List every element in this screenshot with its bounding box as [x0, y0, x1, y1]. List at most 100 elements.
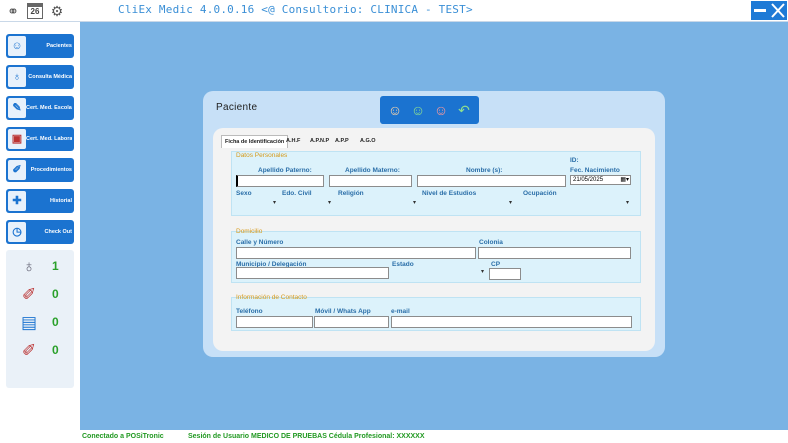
nivel-estudios-label: Nivel de Estudios: [422, 190, 477, 197]
ocupacion-select[interactable]: [522, 198, 631, 210]
sidebar-item-procedimientos[interactable]: ✐ Procedimientos: [6, 158, 74, 182]
calle-label: Calle y Número: [236, 239, 284, 246]
tab-apnp[interactable]: A.P.N.P: [307, 135, 332, 148]
nombres-label: Nombre (s):: [466, 167, 503, 174]
cp-input[interactable]: [489, 268, 521, 280]
sidebar-item-cert-laboral[interactable]: ▣ Cert. Med. Laboral: [6, 127, 74, 151]
calendar-icon[interactable]: 26: [27, 3, 43, 19]
email-label: e-mail: [391, 308, 410, 315]
telefono-input[interactable]: [236, 316, 313, 328]
apellido-materno-input[interactable]: [329, 175, 412, 187]
undo-icon: ↶: [458, 102, 470, 118]
nombres-input[interactable]: [417, 175, 566, 187]
stethoscope-icon: ♁: [8, 67, 26, 87]
stat-value: 0: [52, 315, 59, 329]
domicilio-title: Domicilio: [236, 228, 263, 235]
new-patient-button[interactable]: ☺: [385, 100, 405, 120]
religion-label: Religión: [338, 190, 364, 197]
title-bar: ⚭ 26 ⚙ CliEx Medic 4.0.0.16 <@ Consultor…: [0, 0, 788, 22]
injection-icon: ✐: [21, 341, 37, 360]
delete-patient-icon: ☺: [433, 102, 449, 118]
syringe-icon: ✐: [8, 160, 26, 180]
cp-label: CP: [491, 261, 501, 268]
stat-procedimientos: ✐ 0: [6, 282, 74, 308]
minimize-icon: [754, 9, 766, 12]
sidebar: ☺ Pacientes ♁ Consulta Médica ✎ Cert. Me…: [0, 22, 80, 430]
undo-button[interactable]: ↶: [454, 100, 474, 120]
school-certificate-icon: ✎: [8, 98, 26, 118]
apellido-paterno-input[interactable]: [236, 175, 324, 187]
sidebar-item-check-out[interactable]: ◷ Check Out: [6, 220, 74, 244]
fec-nacimiento-label: Fec. Nacimiento: [570, 167, 620, 174]
panel-title: Paciente: [216, 102, 258, 113]
history-icon: ✚: [8, 191, 26, 211]
close-button[interactable]: [769, 1, 787, 20]
movil-input[interactable]: [314, 316, 389, 328]
stat-value: 1: [52, 259, 59, 273]
sexo-select[interactable]: [236, 198, 278, 210]
datos-personales-title: Datos Personales: [236, 152, 288, 159]
id-label: ID:: [570, 157, 579, 164]
stat-certificados: ▤ 0: [6, 310, 74, 336]
sidebar-item-pacientes[interactable]: ☺ Pacientes: [6, 34, 74, 58]
status-bar: Conectado a POSiTronic Sesión de Usuario…: [0, 430, 788, 443]
ocupacion-label: Ocupación: [523, 190, 557, 197]
stat-value: 0: [52, 343, 59, 357]
tab-ago[interactable]: A.G.O: [357, 135, 379, 148]
telefono-label: Teléfono: [236, 308, 263, 315]
sidebar-item-label: Historial: [49, 198, 72, 204]
fec-nacimiento-value: 21/05/2025: [573, 177, 604, 183]
apellido-paterno-label: Apellido Paterno:: [258, 167, 312, 174]
patient-toolbar: ☺ ☺ ☺ ↶: [380, 96, 479, 124]
calle-input[interactable]: [236, 247, 476, 259]
sidebar-item-label: Cert. Med. Laboral: [26, 136, 72, 142]
sexo-label: Sexo: [236, 190, 252, 197]
save-patient-icon: ☺: [410, 102, 426, 118]
tab-ahf[interactable]: A.H.F: [283, 135, 303, 148]
delete-patient-button[interactable]: ☺: [431, 100, 451, 120]
colonia-label: Colonia: [479, 239, 503, 246]
save-patient-button[interactable]: ☺: [408, 100, 428, 120]
municipio-input[interactable]: [236, 267, 389, 279]
sidebar-item-label: Check Out: [44, 229, 72, 235]
handshake-icon[interactable]: ⚭: [4, 2, 22, 20]
stats-panel: ♁ 1 ✐ 0 ▤ 0 ✐ 0: [6, 250, 74, 388]
patient-icon: ☺: [8, 36, 26, 56]
nivel-estudios-select[interactable]: [422, 198, 514, 210]
syringe-icon: ✐: [21, 285, 37, 304]
sidebar-item-consulta-medica[interactable]: ♁ Consulta Médica: [6, 65, 74, 89]
gear-icon[interactable]: ⚙: [48, 2, 66, 20]
sidebar-item-cert-escolar[interactable]: ✎ Cert. Med. Escolar: [6, 96, 74, 120]
window-title: CliEx Medic 4.0.0.16 <@ Consultorio: CLI…: [118, 3, 473, 16]
sidebar-item-label: Cert. Med. Escolar: [26, 105, 72, 111]
connection-status: Conectado a POSiTronic: [82, 433, 164, 440]
new-patient-icon: ☺: [387, 102, 403, 118]
tab-ficha-identificacion[interactable]: Ficha de Identificación: [221, 135, 289, 148]
apellido-materno-label: Apellido Materno:: [345, 167, 400, 174]
clock-icon: ◷: [8, 222, 26, 242]
close-icon: [771, 3, 785, 18]
contacto-title: Información de Contacto: [236, 294, 307, 301]
tab-app[interactable]: A.P.P: [332, 135, 352, 148]
fec-nacimiento-picker[interactable]: 21/05/2025 ▦▾: [570, 175, 631, 185]
session-status: Sesión de Usuario MEDICO DE PRUEBAS Cédu…: [188, 433, 425, 440]
minimize-button[interactable]: [751, 1, 769, 20]
stat-inyecciones: ✐ 0: [6, 338, 74, 364]
sidebar-item-label: Procedimientos: [30, 167, 72, 173]
calendar-dropdown-icon[interactable]: ▦▾: [620, 176, 629, 184]
colonia-input[interactable]: [478, 247, 631, 259]
email-input[interactable]: [391, 316, 632, 328]
stethoscope-icon: ♁: [22, 257, 36, 276]
movil-label: Móvil / Whats App: [315, 308, 371, 315]
stat-value: 0: [52, 287, 59, 301]
sidebar-item-historial[interactable]: ✚ Historial: [6, 189, 74, 213]
sidebar-item-label: Pacientes: [46, 43, 72, 49]
sidebar-item-label: Consulta Médica: [28, 74, 72, 80]
edo-civil-label: Edo. Civil: [282, 190, 312, 197]
briefcase-icon: ▣: [8, 129, 26, 149]
religion-select[interactable]: [338, 198, 418, 210]
estado-select[interactable]: [392, 267, 486, 279]
edo-civil-select[interactable]: [282, 198, 333, 210]
calendar-day: 26: [30, 7, 40, 16]
id-card-icon: ▤: [20, 313, 38, 332]
